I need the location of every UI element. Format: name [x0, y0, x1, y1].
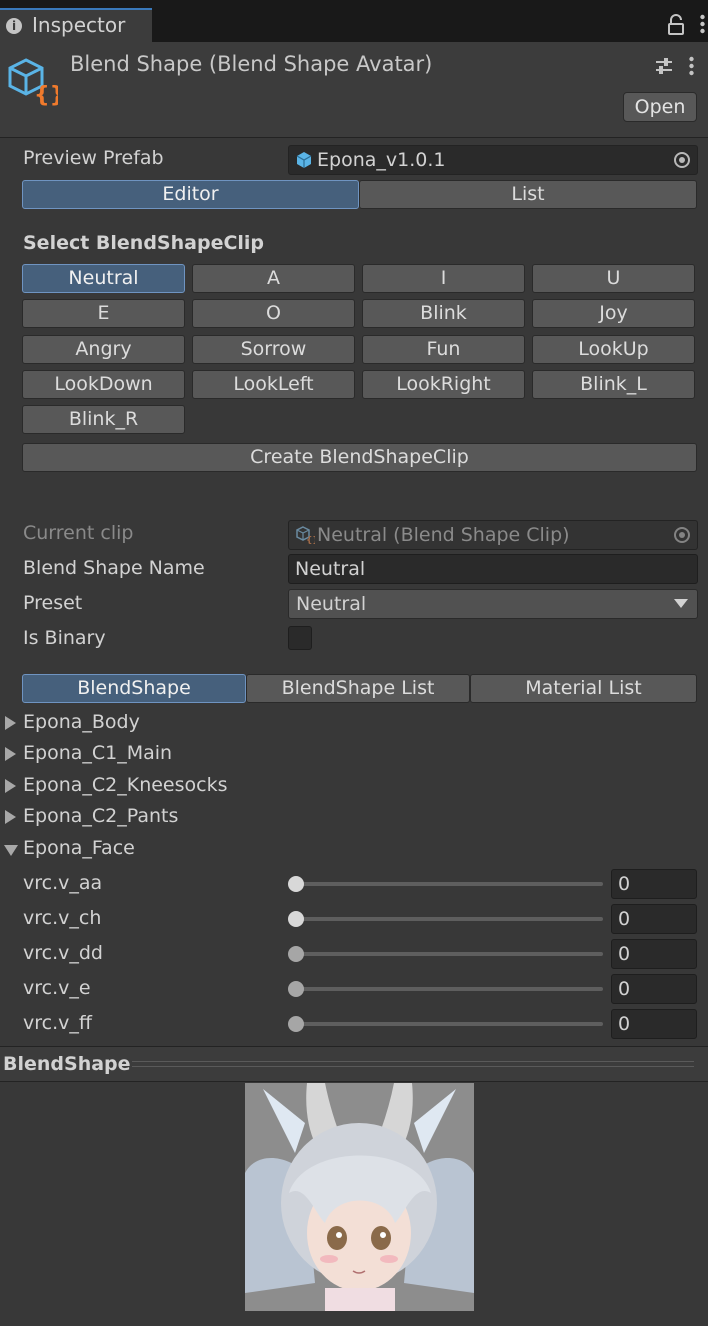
slider-value-field[interactable]: 0	[611, 939, 697, 969]
slider-label-vrc-v-e: vrc.v_e	[23, 977, 91, 999]
tab-editor[interactable]: Editor	[22, 180, 359, 209]
slider-label-vrc-v-dd: vrc.v_dd	[23, 942, 103, 964]
chevron-down-icon	[674, 599, 688, 608]
object-picker-icon[interactable]	[674, 152, 690, 168]
blendshape-clip-asset-icon: {}	[296, 526, 315, 544]
tab-blendshape-list[interactable]: BlendShape List	[246, 674, 470, 703]
mesh-foldout-epona-c2-kneesocks[interactable]: Epona_C2_Kneesocks	[23, 774, 227, 796]
mesh-foldout-epona-c1-main[interactable]: Epona_C1_Main	[23, 742, 172, 764]
slider-thumb[interactable]	[288, 981, 304, 997]
mesh-foldout-epona-face[interactable]: Epona_Face	[23, 837, 135, 859]
clip-button-lookdown[interactable]: LookDown	[22, 370, 185, 399]
tab-material-list[interactable]: Material List	[470, 674, 697, 703]
preset-dropdown[interactable]: Neutral	[288, 589, 698, 619]
svg-text:{}: {}	[34, 83, 58, 106]
clip-button-lookleft[interactable]: LookLeft	[192, 370, 355, 399]
current-clip-label: Current clip	[23, 522, 134, 544]
slider-track[interactable]	[295, 952, 603, 956]
clip-button-a[interactable]: A	[192, 264, 355, 293]
current-clip-value: Neutral (Blend Shape Clip)	[317, 524, 570, 546]
clip-button-u[interactable]: U	[532, 264, 695, 293]
clip-button-blink-r[interactable]: Blink_R	[22, 405, 185, 434]
slider-track[interactable]	[295, 882, 603, 886]
clip-button-o[interactable]: O	[192, 299, 355, 328]
avatar-preview-image[interactable]	[245, 1083, 474, 1311]
blendshape-asset-icon: {}	[8, 58, 58, 106]
clip-button-sorrow[interactable]: Sorrow	[192, 335, 355, 364]
asset-title: Blend Shape (Blend Shape Avatar)	[70, 52, 433, 76]
mesh-foldout-epona-c2-pants[interactable]: Epona_C2_Pants	[23, 805, 178, 827]
inspector-tab[interactable]: i Inspector	[0, 8, 152, 42]
inspector-header: {} Blend Shape (Blend Shape Avatar) Open	[0, 42, 708, 138]
preview-prefab-field[interactable]: Epona_v1.0.1	[288, 145, 698, 175]
blend-shape-name-label: Blend Shape Name	[23, 557, 205, 579]
foldout-arrow-expanded-icon[interactable]	[4, 845, 18, 856]
blendshape-preview-header[interactable]: BlendShape	[0, 1046, 708, 1082]
clip-button-e[interactable]: E	[22, 299, 185, 328]
clip-button-angry[interactable]: Angry	[22, 335, 185, 364]
clip-button-fun[interactable]: Fun	[362, 335, 525, 364]
mesh-foldout-epona-body[interactable]: Epona_Body	[23, 711, 140, 733]
clip-button-joy[interactable]: Joy	[532, 299, 695, 328]
is-binary-checkbox[interactable]	[288, 626, 312, 650]
slider-value-field[interactable]: 0	[611, 869, 697, 899]
inspector-tab-label: Inspector	[32, 13, 126, 37]
is-binary-label: Is Binary	[23, 627, 106, 649]
inspector-tab-bar: i Inspector	[0, 0, 708, 42]
slider-value-field[interactable]: 0	[611, 974, 697, 1004]
clip-button-blink-l[interactable]: Blink_L	[532, 370, 695, 399]
drag-handle[interactable]	[132, 1061, 694, 1067]
select-blendshapeclip-title: Select BlendShapeClip	[23, 232, 265, 254]
slider-thumb[interactable]	[288, 911, 304, 927]
clip-button-lookup[interactable]: LookUp	[532, 335, 695, 364]
svg-text:{}: {}	[306, 536, 315, 544]
slider-track[interactable]	[295, 917, 603, 921]
slider-thumb[interactable]	[288, 876, 304, 892]
foldout-arrow-icon[interactable]	[5, 779, 16, 793]
info-icon: i	[6, 18, 22, 34]
preview-prefab-value: Epona_v1.0.1	[317, 149, 446, 171]
slider-label-vrc-v-aa: vrc.v_aa	[23, 872, 103, 894]
clip-button-blink[interactable]: Blink	[362, 299, 525, 328]
foldout-arrow-icon[interactable]	[5, 716, 16, 730]
clip-button-i[interactable]: I	[362, 264, 525, 293]
tab-menu-icon[interactable]	[700, 14, 705, 34]
tab-list[interactable]: List	[359, 180, 697, 209]
foldout-arrow-icon[interactable]	[5, 810, 16, 824]
slider-value-field[interactable]: 0	[611, 1009, 697, 1039]
tab-blendshape[interactable]: BlendShape	[22, 674, 246, 703]
slider-thumb[interactable]	[288, 1016, 304, 1032]
preset-value: Neutral	[296, 593, 367, 615]
foldout-arrow-icon[interactable]	[5, 747, 16, 761]
preview-header-title: BlendShape	[3, 1053, 131, 1075]
slider-track[interactable]	[295, 1022, 603, 1026]
slider-thumb[interactable]	[288, 946, 304, 962]
current-clip-picker-icon	[674, 527, 690, 543]
create-blendshapeclip-button[interactable]: Create BlendShapeClip	[22, 443, 697, 472]
clip-button-lookright[interactable]: LookRight	[362, 370, 525, 399]
blend-shape-name-field[interactable]: Neutral	[288, 554, 698, 584]
slider-label-vrc-v-ch: vrc.v_ch	[23, 907, 102, 929]
open-button[interactable]: Open	[623, 92, 697, 122]
slider-label-vrc-v-ff: vrc.v_ff	[23, 1012, 92, 1034]
lock-icon[interactable]	[666, 14, 686, 36]
current-clip-field: Neutral (Blend Shape Clip)	[288, 520, 698, 550]
preset-label: Preset	[23, 592, 83, 614]
slider-track[interactable]	[295, 987, 603, 991]
clip-button-neutral[interactable]: Neutral	[22, 264, 185, 293]
preview-prefab-label: Preview Prefab	[23, 147, 164, 169]
component-menu-icon[interactable]	[689, 56, 694, 76]
prefab-cube-icon	[296, 152, 312, 168]
presets-icon[interactable]	[654, 56, 674, 76]
slider-value-field[interactable]: 0	[611, 904, 697, 934]
avatar-render	[245, 1083, 474, 1311]
